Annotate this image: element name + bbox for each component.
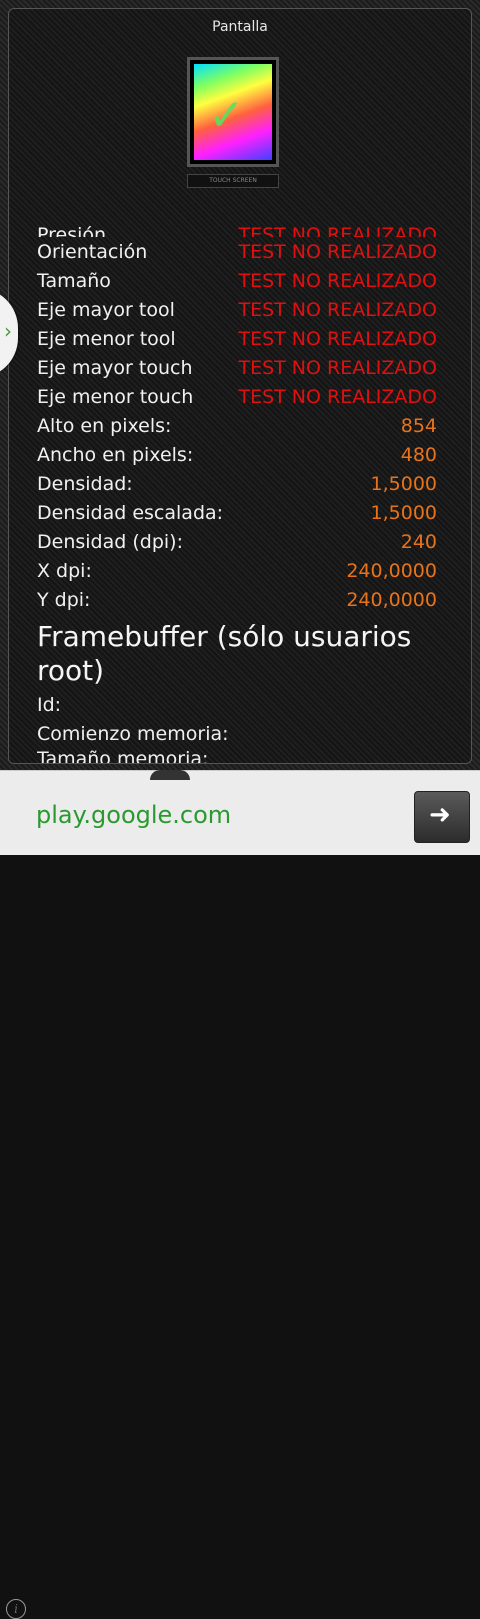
list-item: Densidad (dpi): 240 [37, 527, 437, 556]
row-value: TEST NO REALIZADO [238, 385, 437, 408]
list-item: Tamaño TEST NO REALIZADO [37, 266, 437, 295]
list-item: Eje menor touch TEST NO REALIZADO [37, 382, 437, 411]
row-label: X dpi: [37, 559, 92, 582]
checkmark-icon: ✓ [208, 90, 245, 141]
panel-title: Pantalla [212, 19, 268, 35]
row-label: Y dpi: [37, 588, 91, 611]
row-label: Tamaño memoria: [37, 748, 209, 764]
list-item: Alto en pixels: 854 [37, 411, 437, 440]
row-value: 854 [400, 414, 437, 437]
row-label: Densidad: [37, 472, 133, 495]
row-label: Eje mayor touch [37, 356, 193, 379]
list-item: Orientación TEST NO REALIZADO [37, 237, 437, 266]
row-value: 1,5000 [370, 501, 437, 524]
row-value: 240,0000 [346, 588, 437, 611]
list-item: Densidad escalada: 1,5000 [37, 498, 437, 527]
row-value: 1,5000 [370, 472, 437, 495]
screen-frame: Pantalla ✓ TOUCH SCREEN Presión TEST NO … [0, 0, 480, 770]
row-value: TEST NO REALIZADO [238, 269, 437, 292]
row-label: Densidad escalada: [37, 501, 224, 524]
row-value: TEST NO REALIZADO [238, 327, 437, 350]
list-item: Comienzo memoria: [37, 719, 437, 748]
row-value: 240 [400, 530, 437, 553]
properties-list[interactable]: Presión TEST NO REALIZADO Orientación TE… [37, 223, 437, 764]
row-label: Eje menor touch [37, 385, 194, 408]
row-value: TEST NO REALIZADO [238, 298, 437, 321]
row-label: Comienzo memoria: [37, 722, 229, 745]
scroll-knob [150, 770, 190, 780]
arrow-right-icon: ➜ [429, 800, 451, 830]
info-icon[interactable]: i [6, 1599, 26, 1619]
list-item: Eje mayor touch TEST NO REALIZADO [37, 353, 437, 382]
row-value: TEST NO REALIZADO [238, 224, 437, 237]
screen-info-panel: Pantalla ✓ TOUCH SCREEN Presión TEST NO … [8, 8, 472, 764]
section-title-framebuffer: Framebuffer (sólo usuarios root) [37, 620, 412, 687]
ad-open-button[interactable]: ➜ [414, 791, 470, 843]
list-item: Tamaño memoria: [37, 748, 437, 764]
row-label: Ancho en pixels: [37, 443, 194, 466]
row-value: TEST NO REALIZADO [238, 356, 437, 379]
row-label: Alto en pixels: [37, 414, 172, 437]
row-value: 480 [400, 443, 437, 466]
row-label: Eje menor tool [37, 327, 176, 350]
row-label: Id: [37, 693, 62, 716]
list-item: Eje menor tool TEST NO REALIZADO [37, 324, 437, 353]
list-item: X dpi: 240,0000 [37, 556, 437, 585]
chevron-right-icon: › [4, 319, 12, 343]
list-item: Densidad: 1,5000 [37, 469, 437, 498]
list-item: Eje mayor tool TEST NO REALIZADO [37, 295, 437, 324]
row-label: Orientación [37, 240, 148, 263]
row-value: TEST NO REALIZADO [238, 240, 437, 263]
thumbnail-label: TOUCH SCREEN [187, 174, 279, 188]
row-label: Densidad (dpi): [37, 530, 183, 553]
row-label: Eje mayor tool [37, 298, 175, 321]
touch-screen-thumbnail[interactable]: ✓ [187, 57, 279, 167]
row-label: Presión [37, 224, 107, 237]
row-value: 240,0000 [346, 559, 437, 582]
row-label: Tamaño [37, 269, 111, 292]
list-item: Ancho en pixels: 480 [37, 440, 437, 469]
ad-banner[interactable]: play.google.com ➜ i [0, 770, 480, 1619]
list-item: Presión TEST NO REALIZADO [37, 223, 437, 237]
list-item: Y dpi: 240,0000 [37, 585, 437, 614]
ad-url[interactable]: play.google.com [36, 801, 231, 829]
list-item: Id: [37, 690, 437, 719]
